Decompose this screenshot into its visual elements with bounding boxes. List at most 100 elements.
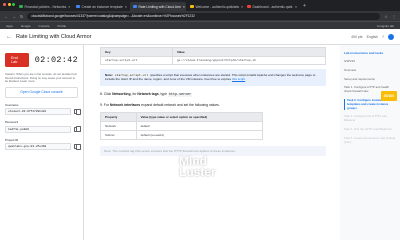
password-label: Password — [5, 120, 19, 125]
table-cell: Subnet — [100, 129, 137, 140]
extensions-icon[interactable]: ⋮ — [392, 14, 396, 19]
bookmark-item[interactable]: Google — [21, 24, 31, 28]
username-field[interactable]: student-03-97f4729b422 — [5, 108, 71, 116]
open-console-button[interactable]: Open Google Cloud console — [5, 86, 78, 98]
address-bar-row: ← → ↻ cloudskillsboost.google/focuses/41… — [0, 11, 400, 21]
back-arrow-icon[interactable]: ← — [6, 34, 12, 40]
copy-icon[interactable] — [74, 126, 82, 133]
password-row: 1a2f4e-pe9d9 — [5, 125, 82, 133]
step-strong: Network interfaces — [109, 103, 141, 108]
table-cell: default — [135, 120, 263, 131]
lab-page: ← Rate Limiting with Cloud Armor 490 pts… — [0, 29, 400, 240]
maximize-window-icon[interactable] — [12, 3, 15, 6]
table-header: Property — [100, 111, 137, 122]
step-text: , for — [130, 91, 137, 96]
metadata-table: Key Value startup-script-url gs://cloud-… — [100, 47, 327, 65]
outline-item[interactable]: GSP215 — [344, 59, 396, 64]
step-strong: Networking — [112, 91, 131, 96]
help-icon[interactable]: ? — [382, 35, 384, 39]
outline-item[interactable]: Task 3. Configure the HTTP Load Balancer — [344, 115, 396, 123]
step-number: 8. — [100, 91, 103, 96]
avatar[interactable] — [388, 33, 394, 40]
table-row: Network default — [100, 120, 263, 131]
network-table: Property Value (type value or select opt… — [100, 111, 263, 140]
bookmark-item[interactable]: Profile — [58, 24, 67, 28]
step-text: expand default network and set the follo… — [141, 103, 220, 108]
table-row: Subnet default (us-east1) — [100, 129, 263, 140]
project-id-field[interactable]: qwiklabs-gcp-03-dfe4b9 — [5, 143, 71, 151]
step-text: For — [103, 103, 109, 108]
browser-tab[interactable]: Welcome - authentic.qwiklabs × — [187, 2, 243, 11]
bookmark-star-icon[interactable]: ☆ — [384, 14, 388, 19]
tab-close-icon[interactable]: × — [68, 5, 70, 9]
back-icon[interactable]: ← — [4, 14, 8, 19]
tab-close-icon[interactable]: × — [295, 5, 297, 9]
step-code[interactable]: http-server — [167, 92, 193, 97]
table-header: Value — [171, 47, 327, 57]
tab-favicon-icon — [76, 4, 80, 9]
project-id-row: qwiklabs-gcp-03-dfe4b9 — [5, 143, 82, 151]
step-strong: Network tags — [137, 91, 159, 96]
tab-favicon-icon — [247, 4, 251, 9]
forward-icon[interactable]: → — [12, 14, 16, 19]
outline-title: Lab instructions and tasks — [344, 51, 384, 55]
header-actions: 490 pts English ? — [351, 33, 394, 40]
watermark-text: Mind Luster — [179, 155, 216, 179]
step-8: 8. Click Networking, for Network tags, t… — [100, 92, 326, 98]
window-controls — [3, 3, 15, 6]
url-field[interactable]: cloudskillsboost.google/focuses/41337?pa… — [27, 12, 381, 20]
timer-row: End Lab 02:02:42 — [5, 53, 78, 67]
caution-text: Caution: When you are in the console, do… — [5, 72, 78, 84]
tab-close-icon[interactable]: × — [125, 5, 127, 9]
lab-header: ← Rate Limiting with Cloud Armor 490 pts… — [0, 29, 400, 45]
outline-item[interactable]: Overview — [344, 68, 396, 73]
tab-label: Financial policies - Networks — [24, 4, 67, 9]
username-row: student-03-97f4729b422 — [5, 108, 82, 116]
bookmark-item[interactable]: Apps — [6, 24, 13, 28]
language-selector[interactable]: English — [367, 35, 378, 39]
tab-favicon-icon — [133, 4, 137, 9]
tab-favicon-icon — [190, 4, 194, 9]
task-outline: Lab instructions and tasks GSP215 Overvi… — [340, 45, 400, 240]
note-box: Note: startup-script-url specifies a scr… — [100, 69, 326, 86]
browser-tab-bar: Financial policies - Networks × Create an… — [0, 0, 400, 11]
minimize-window-icon[interactable] — [7, 3, 11, 6]
tab-close-icon[interactable]: × — [241, 5, 243, 9]
faded-note: Note: The network tag http-server ensure… — [100, 145, 326, 157]
copy-icon[interactable] — [74, 143, 82, 150]
tab-close-icon[interactable]: × — [183, 5, 185, 9]
browser-tab[interactable]: Financial policies - Networks × — [16, 2, 72, 11]
close-window-icon[interactable] — [3, 3, 6, 6]
reload-icon[interactable]: ↻ — [20, 14, 23, 19]
step-number: 9. — [100, 103, 103, 108]
browser-tab-active[interactable]: Rate Limiting with Cloud Arm × — [130, 2, 186, 11]
project-id-label: Project ID — [5, 137, 19, 142]
bookmarks-bar: Apps Google Console Profile incognito ta… — [0, 21, 400, 29]
bookmark-item[interactable]: Console — [39, 24, 50, 28]
outline-item[interactable]: Setup and requirements — [344, 77, 396, 82]
graduation-cap-icon — [151, 158, 173, 173]
bookmark-item[interactable]: incognito tab — [377, 24, 394, 28]
score-badge: 20/100 — [380, 91, 397, 101]
credits-badge: 490 pts — [351, 34, 363, 39]
table-header: Key — [100, 47, 173, 57]
page-title: Rate Limiting with Cloud Armor — [16, 33, 92, 40]
watermark-line: Luster — [179, 165, 216, 179]
end-lab-button[interactable]: End Lab — [5, 53, 29, 67]
browser-tab[interactable]: Create an instance template × — [73, 2, 129, 11]
tab-label: Welcome - authentic.qwiklabs — [195, 4, 240, 9]
note-link[interactable]: this script — [232, 77, 245, 81]
tab-label: Rate Limiting with Cloud Arm — [138, 4, 181, 9]
browser-tab[interactable]: Dashboard - authentic.qwik × — [244, 2, 300, 11]
password-field[interactable]: 1a2f4e-pe9d9 — [5, 125, 71, 133]
outline-item[interactable]: Task 4. Test the HTTP Load Balancer — [344, 127, 396, 132]
step-text: Click — [103, 91, 112, 96]
tab-label: Create an instance template — [81, 4, 123, 9]
watermark-logo: Mind Luster — [150, 155, 216, 179]
copy-icon[interactable] — [74, 108, 82, 115]
lab-control-panel: End Lab 02:02:42 Caution: When you are i… — [0, 45, 84, 240]
outline-item[interactable]: Task 5. Create Cloud Armor rate limiting… — [344, 136, 396, 145]
table-cell: startup-script-url — [100, 56, 173, 65]
new-tab-icon[interactable]: + — [303, 3, 306, 9]
step-text: , type — [158, 91, 167, 96]
